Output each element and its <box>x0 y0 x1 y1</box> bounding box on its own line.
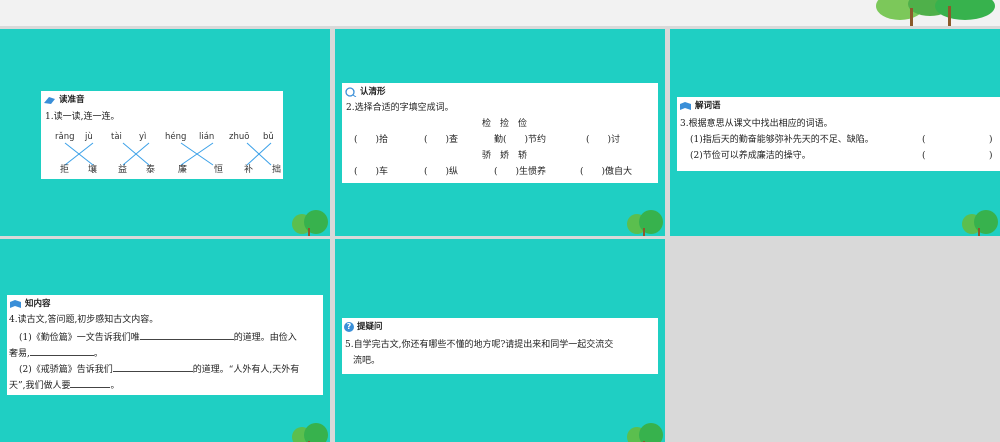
char-row: 拒 壤 益 泰 廉 恒 补 拙 <box>60 164 286 178</box>
char-item: 恒 <box>214 165 224 175</box>
char-item: 拙 <box>272 165 282 175</box>
definition-1: (1)指后天的勤奋能够弥补先天的不足、缺陷。 <box>690 135 874 145</box>
fill-item: ( )生惯养 <box>494 167 547 177</box>
header-label: 认清形 <box>360 87 386 97</box>
tree-decoration-top-icon <box>876 0 995 26</box>
char-group-1: 检 捡 俭 <box>482 119 528 129</box>
char-item: 拒 <box>60 165 70 175</box>
fill-item: ( )纵 <box>424 167 459 177</box>
question-text: 1.读一读,连一连。 <box>45 112 120 122</box>
fill-item: ( )拾 <box>354 135 389 145</box>
char-item: 泰 <box>146 165 156 175</box>
card-shape-recognition: 认清形 2.选择合适的字填空成词。 检 捡 俭 ( )拾( )查 勤( )节约( … <box>342 83 658 183</box>
text-segment: 天”,我们做人要 <box>9 381 71 391</box>
section-header: 解词语 <box>679 100 721 113</box>
answer-blank[interactable] <box>29 346 94 356</box>
top-strip <box>0 0 1000 26</box>
question-mark-icon: ? <box>344 322 354 333</box>
book-icon <box>10 300 21 309</box>
char-item: 补 <box>244 165 254 175</box>
answer-line-1: (1)《勤俭篇》一文告诉我们唯 的道理。由俭入 <box>19 330 297 346</box>
section-header: 认清形 <box>344 86 386 99</box>
slide-1[interactable]: 读准音 1.读一读,连一连。 rǎng jù tài yì héng lián … <box>0 29 330 236</box>
slide-3[interactable]: 解词语 3.根据意思从课文中找出相应的词语。 (1)指后天的勤奋能够弥补先天的不… <box>670 29 1000 236</box>
question-text: 5.自学完古文,你还有哪些不懂的地方呢?请提出来和同学一起交流交 <box>345 340 614 350</box>
book-icon <box>680 102 691 111</box>
tree-icon <box>962 210 998 236</box>
answer-blank[interactable] <box>70 378 111 388</box>
char-item: 壤 <box>88 165 98 175</box>
definition-2: (2)节俭可以养成廉洁的操守。 <box>690 151 811 161</box>
text-segment: (2)《戒骄篇》告诉我们 <box>19 365 113 375</box>
section-header: 知内容 <box>9 298 51 311</box>
fill-item: 勤( )节约 <box>494 135 547 145</box>
fill-item: ( )车 <box>354 167 389 177</box>
answer-blank[interactable] <box>139 330 234 340</box>
magnifier-icon <box>345 87 357 98</box>
answer-line-3: (2)《戒骄篇》告诉我们 的道理。“人外有人,天外有 <box>19 362 299 378</box>
card-pronunciation: 读准音 1.读一读,连一连。 rǎng jù tài yì héng lián … <box>41 91 283 179</box>
text-segment: 。 <box>110 381 120 391</box>
text-segment: 的道理。由俭入 <box>233 333 297 343</box>
tree-icon <box>627 210 663 236</box>
fill-item: ( )讨 <box>586 135 621 145</box>
fill-item: ( )傲自大 <box>580 167 633 177</box>
fill-item: ( )查 <box>424 135 459 145</box>
question-text: 3.根据意思从课文中找出相应的词语。 <box>680 119 833 129</box>
tree-icon <box>627 423 663 442</box>
text-segment: (1)《勤俭篇》一文告诉我们唯 <box>19 333 140 343</box>
card-content: 知内容 4.读古文,答问题,初步感知古文内容。 (1)《勤俭篇》一文告诉我们唯的… <box>7 295 323 395</box>
char-item: 益 <box>118 165 128 175</box>
answer-line-2: 奢易, 。 <box>9 346 103 362</box>
book-icon <box>44 97 55 105</box>
answer-paren-close: ) <box>989 151 993 161</box>
answer-paren-open: ( <box>922 135 926 145</box>
section-header: ? 提疑问 <box>344 321 383 334</box>
answer-paren-close: ) <box>989 135 993 145</box>
header-label: 读准音 <box>59 95 85 105</box>
header-label: 提疑问 <box>357 322 383 332</box>
slide-5[interactable]: ? 提疑问 5.自学完古文,你还有哪些不懂的地方呢?请提出来和同学一起交流交 流… <box>335 239 665 442</box>
text-segment: 的道理。“人外有人,天外有 <box>192 365 300 375</box>
card-questions: ? 提疑问 5.自学完古文,你还有哪些不懂的地方呢?请提出来和同学一起交流交 流… <box>342 318 658 374</box>
question-text: 4.读古文,答问题,初步感知古文内容。 <box>9 315 159 325</box>
header-label: 知内容 <box>25 299 51 309</box>
header-label: 解词语 <box>695 101 721 111</box>
question-text: 2.选择合适的字填空成词。 <box>346 103 454 113</box>
card-vocabulary: 解词语 3.根据意思从课文中找出相应的词语。 (1)指后天的勤奋能够弥补先天的不… <box>677 97 1000 171</box>
answer-paren-open: ( <box>922 151 926 161</box>
fill-row-2: ( )车 ( )纵 ( )生惯养 ( )傲自大 <box>354 166 658 180</box>
empty-slot <box>670 239 1000 442</box>
text-segment: 奢易, <box>9 349 30 359</box>
char-group-2: 骄 娇 轿 <box>482 151 528 161</box>
answer-line-4: 天”,我们做人要 。 <box>9 378 119 394</box>
section-header: 读准音 <box>43 94 85 107</box>
slide-2[interactable]: 认清形 2.选择合适的字填空成词。 检 捡 俭 ( )拾( )查 勤( )节约( … <box>335 29 665 236</box>
char-item: 廉 <box>178 165 188 175</box>
tree-icon <box>292 210 328 236</box>
tree-icon <box>292 423 328 442</box>
fill-row-1: ( )拾 ( )查 勤( )节约 ( )讨 <box>354 134 654 148</box>
answer-blank[interactable] <box>112 362 193 372</box>
text-segment: 。 <box>93 349 103 359</box>
question-text-cont: 流吧。 <box>353 356 381 366</box>
slide-4[interactable]: 知内容 4.读古文,答问题,初步感知古文内容。 (1)《勤俭篇》一文告诉我们唯的… <box>0 239 330 442</box>
